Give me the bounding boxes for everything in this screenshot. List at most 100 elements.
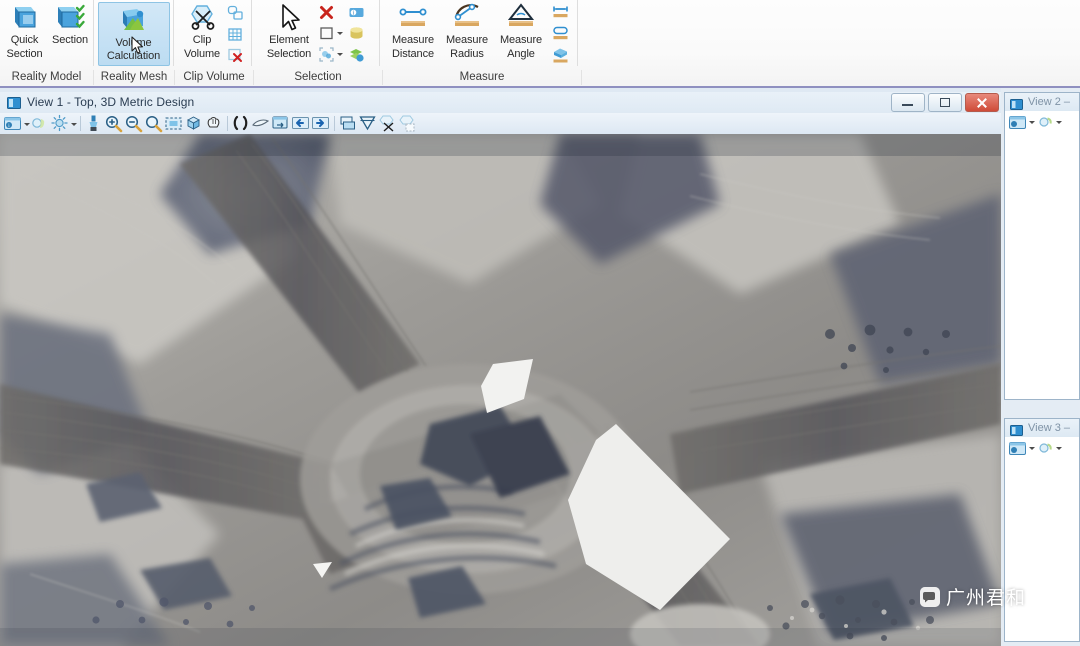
clip-back-icon[interactable]	[398, 114, 417, 133]
close-button[interactable]	[965, 93, 999, 112]
select-by-attribute-button[interactable]	[348, 23, 365, 43]
measure-distance-label-2: Distance	[392, 49, 434, 61]
clip-volume-button[interactable]: Clip Volume	[177, 0, 227, 64]
zoom-out-icon[interactable]	[124, 114, 143, 133]
sun-render-icon[interactable]	[50, 114, 69, 133]
measure-length-button[interactable]	[551, 2, 568, 22]
measure-length-icon	[551, 4, 568, 21]
ribbon-group-reality-mesh: Volume Calculation	[93, 0, 173, 66]
green-stack-icon	[348, 46, 365, 63]
clip-grid-icon	[227, 26, 244, 43]
measure-radius-button[interactable]: Measure Radius	[440, 0, 494, 64]
rotate-cube-icon[interactable]	[184, 114, 203, 133]
clip-shapes-icon	[227, 5, 244, 22]
select-by-level-button[interactable]	[348, 44, 365, 64]
zoom-in-icon[interactable]	[104, 114, 123, 133]
pan-hand-icon[interactable]	[204, 114, 223, 133]
window-area-icon[interactable]	[144, 114, 163, 133]
element-selection-label-2: Selection	[267, 49, 311, 61]
clip-mask-icon[interactable]	[358, 114, 377, 133]
ribbon: Quick Section	[0, 0, 1080, 88]
view-attributes-dropdown[interactable]	[1028, 438, 1035, 458]
ribbon-group-reality-model: Quick Section	[0, 0, 93, 66]
volume-calculation-icon	[118, 6, 150, 36]
apply-clip-volume-button[interactable]	[227, 3, 244, 23]
clip-volume-label-2: Volume	[184, 49, 220, 61]
view-1-title-text: View 1 - Top, 3D Metric Design	[27, 95, 194, 109]
element-selection-button[interactable]: Element Selection	[260, 0, 318, 64]
clip-volume-small-buttons	[227, 0, 244, 65]
view-window-icon	[7, 96, 21, 108]
quick-section-button[interactable]: Quick Section	[2, 0, 47, 64]
select-fence-icon	[318, 46, 335, 63]
clear-clip-volume-button[interactable]	[227, 45, 244, 65]
section-button[interactable]: Section	[47, 0, 93, 64]
measure-distance-button[interactable]: Measure Distance	[386, 0, 440, 64]
copy-view-icon[interactable]	[271, 114, 290, 133]
clip-volume-small-icon[interactable]	[338, 114, 357, 133]
measure-angle-label-2: Angle	[507, 49, 535, 61]
view-attributes-dropdown[interactable]	[1028, 112, 1035, 132]
view-window-icon	[1010, 423, 1023, 434]
maximize-button[interactable]	[928, 93, 962, 112]
element-information-button[interactable]: i	[348, 2, 365, 22]
select-by-box-dropdown[interactable]	[336, 23, 343, 43]
clear-selection-button[interactable]	[318, 2, 343, 22]
render-mode-dropdown[interactable]	[1055, 112, 1062, 132]
view-2-panel[interactable]: View 2 –	[1004, 92, 1080, 400]
view-attributes-icon[interactable]	[1008, 439, 1027, 458]
info-card-icon: i	[348, 4, 365, 21]
group-label-reality-model: Reality Model	[0, 68, 93, 87]
view-attributes-icon[interactable]: i	[3, 114, 22, 133]
view-window-icon	[1010, 97, 1023, 108]
measure-volume-button[interactable]	[551, 44, 568, 64]
render-mode-dropdown[interactable]	[1055, 438, 1062, 458]
selection-small-buttons-left	[318, 0, 343, 64]
minimize-button[interactable]	[891, 93, 925, 112]
render-mode-dropdown[interactable]	[70, 114, 77, 134]
group-label-reality-mesh: Reality Mesh	[94, 68, 174, 87]
quick-section-icon	[9, 3, 41, 33]
view-2-titlebar[interactable]: View 2 –	[1005, 93, 1079, 111]
view-attributes-dropdown[interactable]	[23, 114, 30, 134]
element-selection-label-1: Element	[269, 35, 309, 47]
ribbon-group-overflow	[577, 0, 1080, 66]
sun-render-icon[interactable]	[1035, 439, 1054, 458]
view-3-title-text: View 3 –	[1028, 422, 1070, 434]
view-3-titlebar[interactable]: View 3 –	[1005, 419, 1079, 437]
clip-volume-icon	[186, 3, 218, 33]
measure-area-button[interactable]	[551, 23, 568, 43]
view-1-canvas[interactable]	[0, 134, 1001, 646]
view-1-toolbar: i	[0, 113, 1001, 134]
empty-square-icon	[318, 25, 335, 42]
measure-radius-label-2: Radius	[450, 49, 484, 61]
walk-icon[interactable]	[231, 114, 250, 133]
selection-small-buttons-right: i	[348, 0, 365, 64]
fit-view-icon[interactable]	[164, 114, 183, 133]
view-1-titlebar[interactable]: View 1 - Top, 3D Metric Design	[0, 92, 1001, 112]
measure-radius-icon	[451, 3, 483, 33]
clip-scissors-icon[interactable]	[378, 114, 397, 133]
measure-volume-icon	[551, 46, 568, 63]
select-similar-button[interactable]	[318, 44, 343, 64]
arrow-right-icon[interactable]	[311, 114, 330, 133]
ribbon-group-clip-volume: Clip Volume	[173, 0, 251, 66]
brightness-bulb-icon[interactable]	[30, 114, 49, 133]
view-2-title-text: View 2 –	[1028, 96, 1070, 108]
measure-distance-label-1: Measure	[392, 35, 434, 47]
view-attributes-icon[interactable]	[1008, 113, 1027, 132]
arrow-left-icon[interactable]	[291, 114, 310, 133]
select-by-box-button[interactable]	[318, 23, 343, 43]
view-3-panel[interactable]: View 3 –	[1004, 418, 1080, 642]
clip-volume-label-1: Clip	[193, 35, 212, 47]
fly-icon[interactable]	[251, 114, 270, 133]
mouse-cursor	[131, 36, 145, 56]
measure-angle-label-1: Measure	[500, 35, 542, 47]
arrow-cursor-icon	[273, 3, 305, 33]
measure-distance-icon	[397, 3, 429, 33]
select-similar-dropdown[interactable]	[336, 44, 343, 64]
sun-render-icon[interactable]	[1035, 113, 1054, 132]
paintbrush-icon[interactable]	[84, 114, 103, 133]
measure-angle-button[interactable]: Measure Angle	[494, 0, 548, 64]
show-clip-elements-button[interactable]	[227, 24, 244, 44]
